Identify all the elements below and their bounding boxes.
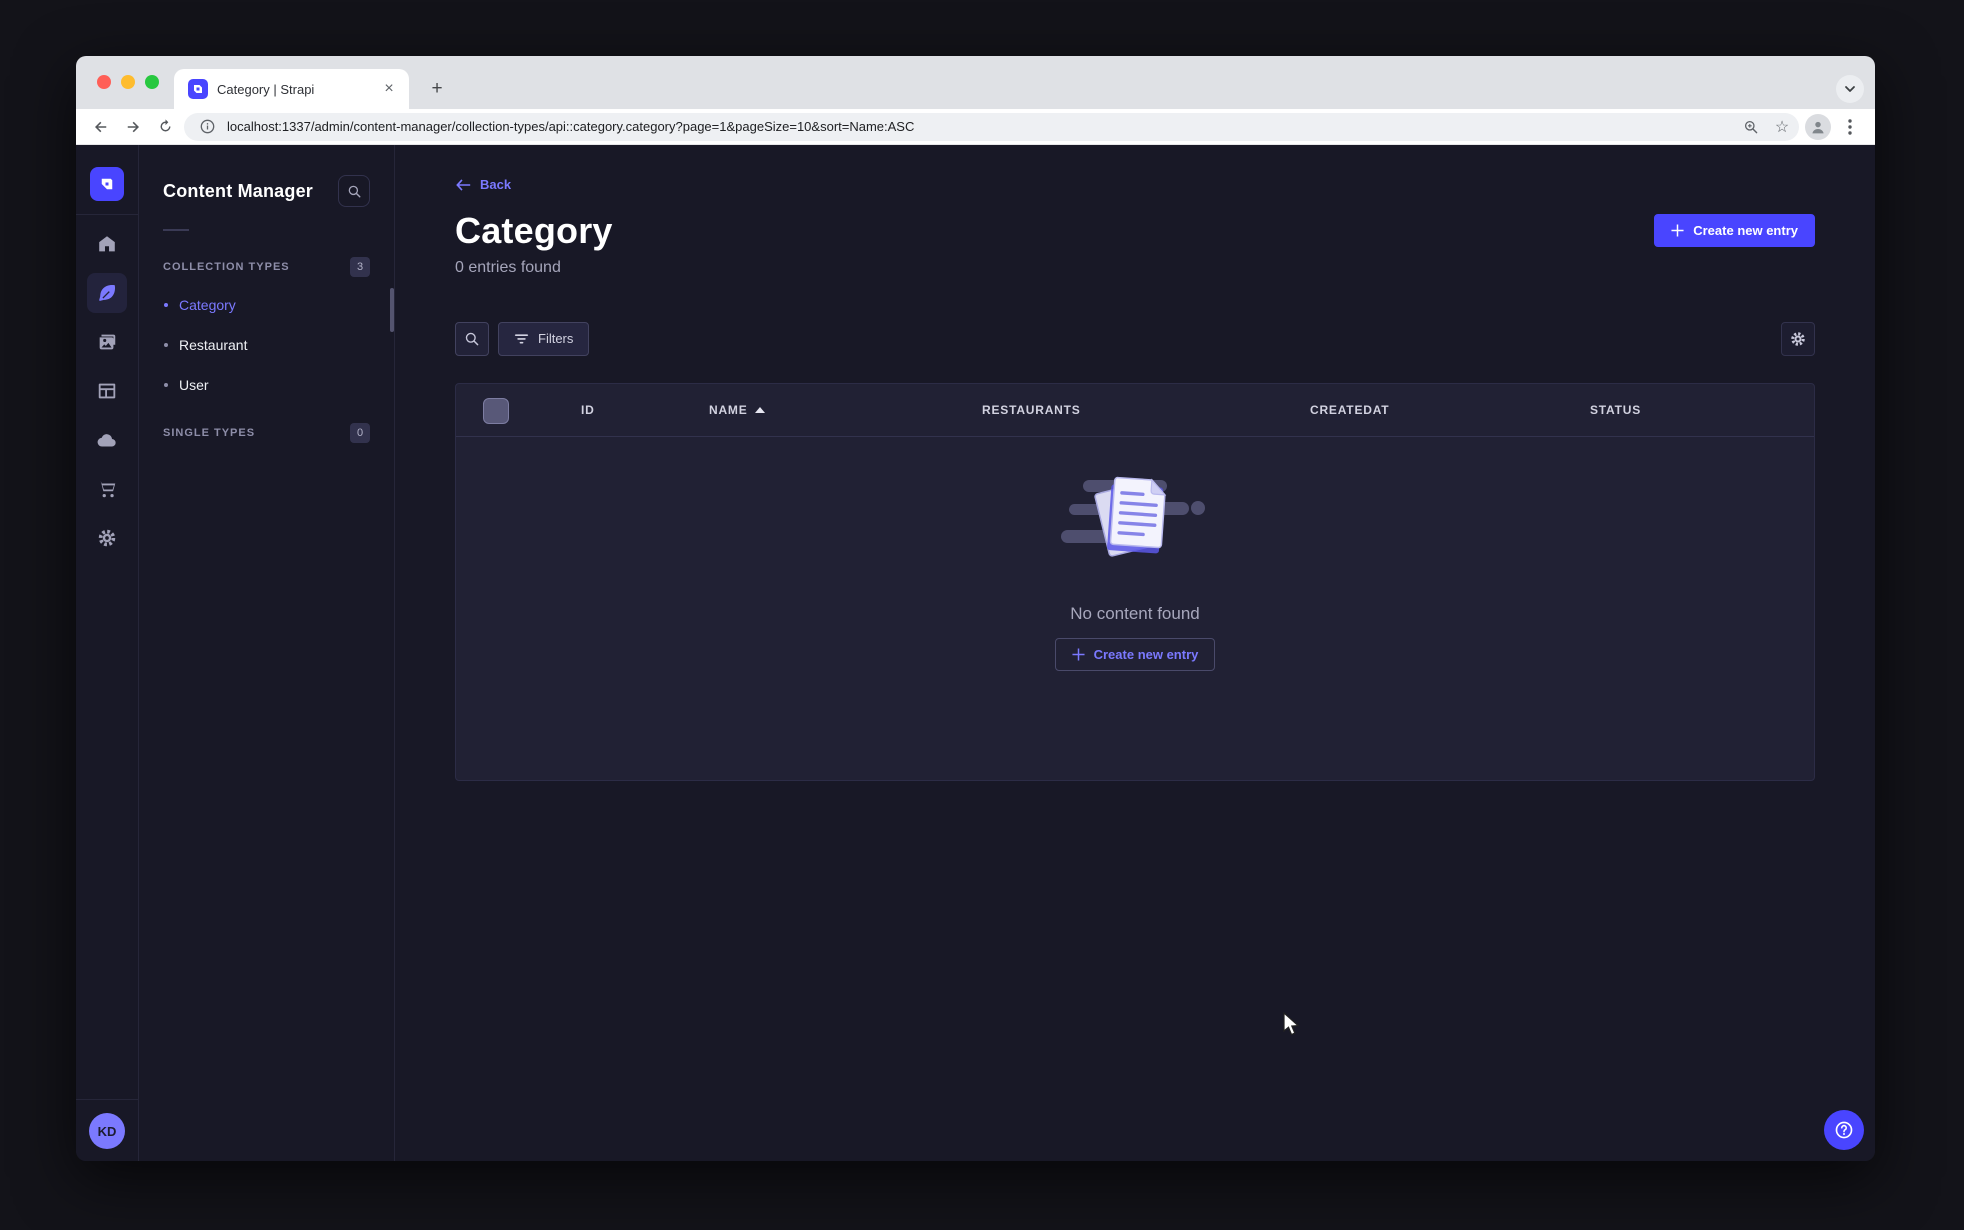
bullet-icon (164, 343, 168, 347)
zoom-in-icon[interactable] (1740, 116, 1762, 138)
nav-cloud-button[interactable] (87, 420, 127, 460)
close-tab-icon[interactable]: × (379, 79, 399, 99)
new-tab-button[interactable]: + (423, 76, 451, 104)
cloud-icon (97, 434, 116, 447)
bookmark-star-icon[interactable]: ☆ (1771, 116, 1793, 138)
shopping-cart-icon (98, 481, 116, 498)
maximize-window-button[interactable] (145, 75, 159, 89)
gear-icon (98, 529, 116, 547)
subnav-item-restaurant[interactable]: Restaurant (139, 325, 394, 365)
question-mark-icon (1835, 1121, 1853, 1139)
layout-icon (98, 383, 116, 399)
gear-icon (1791, 331, 1805, 346)
content-manager-subnav: Content Manager COLLECTION TYPES 3 Categ… (139, 145, 395, 1161)
url-text[interactable]: localhost:1337/admin/content-manager/col… (227, 119, 1731, 134)
select-all-checkbox[interactable] (483, 397, 509, 424)
browser-menu-icon[interactable] (1837, 114, 1863, 140)
nav-home-button[interactable] (87, 224, 127, 264)
tab-search-button[interactable] (1836, 75, 1864, 103)
browser-profile-icon[interactable] (1805, 113, 1831, 140)
media-library-icon (99, 334, 116, 350)
subnav-item-label: User (179, 377, 209, 393)
single-types-count-badge: 0 (350, 423, 370, 443)
view-settings-button[interactable] (1781, 321, 1815, 356)
search-icon (348, 185, 360, 197)
column-header-name[interactable]: NAME (709, 384, 765, 437)
sort-ascending-icon (754, 407, 765, 413)
column-header-id[interactable]: ID (581, 384, 595, 437)
reload-icon[interactable] (152, 114, 178, 140)
main-content: Back Category Create new entry 0 entries… (395, 145, 1875, 1161)
entries-count-text: 0 entries found (455, 258, 561, 276)
feather-pen-icon (99, 285, 116, 301)
column-header-restaurants[interactable]: RESTAURANTS (982, 384, 1081, 437)
filters-row: Filters (455, 321, 1815, 356)
nav-settings-button[interactable] (87, 518, 127, 558)
entries-table: ID NAME RESTAURANTS CREATEDAT STATUS No … (455, 382, 1815, 781)
plus-icon (1072, 647, 1085, 661)
subnav-search-button[interactable] (338, 175, 370, 207)
browser-window: Category | Strapi × + localhost:1337/adm… (76, 56, 1875, 1161)
nav-media-library-button[interactable] (87, 322, 127, 362)
filters-button[interactable]: Filters (498, 321, 590, 356)
subnav-item-label: Restaurant (179, 337, 248, 353)
help-button[interactable] (1824, 1110, 1864, 1150)
minimize-window-button[interactable] (121, 75, 135, 89)
column-header-status[interactable]: STATUS (1590, 384, 1641, 437)
chevron-down-icon (1845, 86, 1855, 92)
plus-icon (1671, 223, 1684, 237)
user-avatar[interactable]: KD (89, 1113, 125, 1149)
single-types-label: SINGLE TYPES (163, 427, 256, 439)
table-header-row: ID NAME RESTAURANTS CREATEDAT STATUS (456, 384, 1814, 437)
filter-icon (514, 333, 529, 343)
browser-tab[interactable]: Category | Strapi × (174, 69, 409, 109)
strapi-favicon (188, 79, 208, 99)
empty-create-new-entry-button[interactable]: Create new entry (1054, 637, 1216, 671)
subnav-item-category[interactable]: Category (139, 285, 394, 325)
bullet-icon (164, 383, 168, 387)
back-link[interactable]: Back (455, 177, 511, 192)
subnav-item-user[interactable]: User (139, 365, 394, 405)
empty-documents-illustration (1061, 476, 1205, 557)
nav-content-type-builder-button[interactable] (87, 371, 127, 411)
browser-toolbar: localhost:1337/admin/content-manager/col… (76, 109, 1875, 145)
rail-footer-divider (76, 1099, 139, 1100)
rail-divider (76, 214, 139, 215)
strapi-app: KD Content Manager COLLECTION TYPES 3 Ca… (76, 145, 1875, 1161)
tab-title: Category | Strapi (217, 81, 315, 97)
nav-content-manager-button[interactable] (87, 273, 127, 313)
url-bar[interactable]: localhost:1337/admin/content-manager/col… (184, 112, 1799, 141)
search-icon (465, 332, 479, 345)
create-new-entry-button[interactable]: Create new entry (1654, 213, 1815, 247)
subnav-divider (163, 229, 189, 231)
page-title: Category (455, 209, 613, 251)
forward-nav-icon[interactable] (120, 114, 146, 140)
strapi-logo[interactable] (90, 167, 124, 201)
back-nav-icon[interactable] (88, 114, 114, 140)
collection-types-count-badge: 3 (350, 257, 370, 277)
subnav-scrollbar-thumb[interactable] (390, 288, 394, 332)
tab-strip: Category | Strapi × + (76, 56, 1875, 109)
nav-marketplace-button[interactable] (87, 469, 127, 509)
traffic-lights (97, 75, 159, 89)
empty-state-message: No content found (1070, 603, 1200, 623)
arrow-left-icon (456, 178, 471, 191)
main-navigation-rail: KD (76, 145, 139, 1161)
subnav-item-label: Category (179, 297, 236, 313)
close-window-button[interactable] (97, 75, 111, 89)
empty-state: No content found Create new entry (456, 466, 1814, 671)
column-header-createdat[interactable]: CREATEDAT (1310, 384, 1389, 437)
table-search-button[interactable] (455, 321, 489, 356)
home-icon (99, 236, 115, 252)
site-info-icon[interactable] (196, 116, 218, 138)
subnav-title: Content Manager (163, 180, 314, 201)
bullet-icon (164, 303, 168, 307)
collection-types-label: COLLECTION TYPES (163, 261, 290, 273)
